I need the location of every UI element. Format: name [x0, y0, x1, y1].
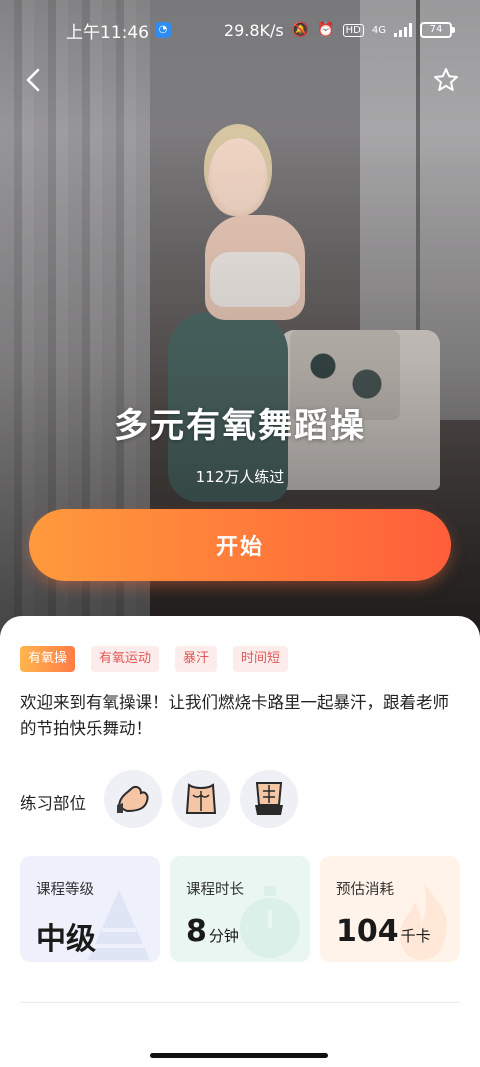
course-title: 多元有氧舞蹈操	[114, 406, 366, 446]
tag-list: 有氧操 有氧运动 暴汗 时间短	[20, 646, 289, 672]
calorie-card: 预估消耗 104 千卡	[320, 856, 460, 962]
calorie-unit: 千卡	[400, 927, 431, 945]
tag-short-time: 时间短	[233, 646, 289, 672]
tag-sweat: 暴汗	[175, 646, 218, 672]
back-button[interactable]	[22, 66, 46, 94]
level-label: 课程等级	[36, 882, 94, 898]
star-icon	[434, 68, 458, 91]
app-notification-icon: ◔	[155, 22, 171, 38]
target-parts-label: 练习部位	[20, 794, 86, 813]
battery-icon: 74	[420, 22, 455, 38]
duration-label: 课程时长	[186, 882, 244, 898]
course-description: 欢迎来到有氧操课！让我们燃烧卡路里一起暴汗，跟着老师的节拍快乐舞动！	[20, 693, 449, 738]
status-time: 上午11:46	[66, 22, 149, 43]
practiced-count: 112万人练过	[195, 468, 285, 486]
network-type: 4G	[371, 24, 386, 36]
start-button[interactable]: 开始	[29, 509, 451, 581]
home-indicator[interactable]	[150, 1053, 328, 1058]
chest-icon	[172, 770, 230, 828]
calorie-value: 104 千卡	[336, 914, 431, 949]
level-value-text: 中级	[36, 922, 96, 957]
chevron-left-icon	[26, 68, 40, 92]
course-detail-sheet: 有氧操 有氧运动 暴汗 时间短 欢迎来到有氧操课！让我们燃烧卡路里一起暴汗，跟着…	[0, 616, 480, 1067]
duration-value: 8 分钟	[186, 914, 239, 949]
course-duration-card: 课程时长 8 分钟	[170, 856, 310, 962]
course-level-card: 课程等级 中级	[20, 856, 160, 962]
tag-aerobics: 有氧操	[20, 646, 76, 672]
abs-icon	[240, 770, 298, 828]
calorie-number: 104	[336, 914, 399, 949]
mute-bell-icon: 🔕	[291, 22, 310, 38]
signal-icon	[394, 23, 412, 37]
divider	[20, 1002, 460, 1003]
duration-number: 8	[186, 914, 207, 949]
tag-aerobic-exercise: 有氧运动	[91, 646, 160, 672]
status-right: 29.8K/s 🔕 ⏰ HD 4G 74	[223, 20, 455, 40]
network-speed: 29.8K/s	[223, 20, 284, 40]
status-bar: 上午11:46 ◔ 29.8K/s 🔕 ⏰ HD 4G 74	[0, 12, 480, 48]
calorie-label: 预估消耗	[336, 882, 394, 898]
alarm-icon: ⏰	[317, 22, 335, 38]
duration-unit: 分钟	[208, 927, 239, 945]
arm-icon	[104, 770, 162, 828]
favorite-button[interactable]	[432, 66, 460, 94]
hd-icon: HD	[342, 23, 364, 37]
level-value: 中级	[36, 914, 96, 958]
